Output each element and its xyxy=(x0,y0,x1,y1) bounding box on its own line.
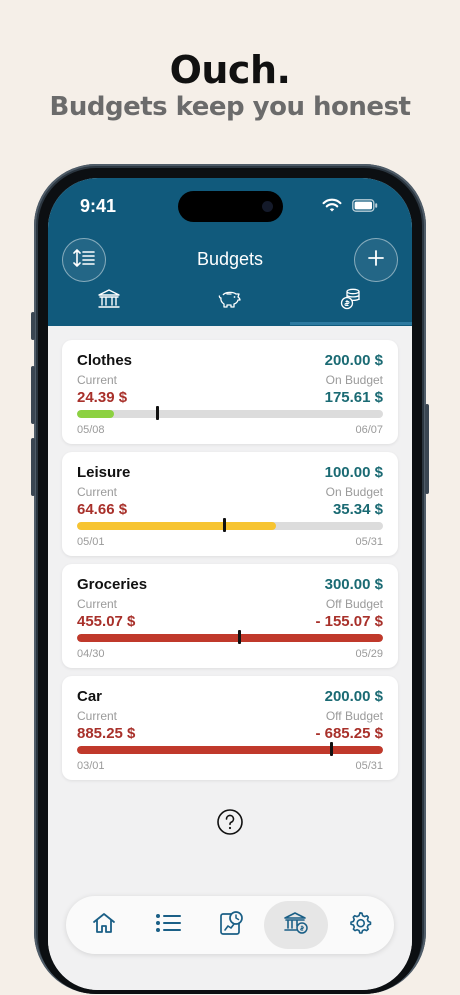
progress-track xyxy=(77,522,383,530)
phone-screen: 9:41 Budgets Clothes 200.00 $ Current On… xyxy=(48,178,412,990)
settings-gear-icon xyxy=(348,911,372,940)
progress-track xyxy=(77,634,383,642)
start-date: 04/30 xyxy=(77,648,105,660)
start-date: 05/01 xyxy=(77,536,105,548)
add-budget-button[interactable] xyxy=(354,238,398,282)
end-date: 05/31 xyxy=(355,536,383,548)
phone-volume-up-button xyxy=(31,366,35,424)
promo-title: Ouch. xyxy=(169,48,291,92)
progress-fill xyxy=(77,634,383,642)
phone-power-button xyxy=(425,404,429,494)
plus-icon xyxy=(367,249,385,272)
budget-status-label: Off Budget xyxy=(325,709,383,723)
active-tab-indicator xyxy=(290,322,412,325)
phone-volume-down-button xyxy=(31,438,35,496)
piggy-bank-icon xyxy=(218,289,242,314)
end-date: 05/29 xyxy=(355,648,383,660)
start-date: 03/01 xyxy=(77,760,105,772)
progress-track xyxy=(77,746,383,754)
battery-icon xyxy=(352,199,378,217)
phone-action-button xyxy=(31,312,35,340)
end-date: 05/31 xyxy=(355,760,383,772)
budget-status-label: On Budget xyxy=(325,373,383,387)
current-label: Current xyxy=(77,709,118,723)
current-label: Current xyxy=(77,597,118,611)
tab-budgets-bottom[interactable] xyxy=(264,901,328,949)
current-label: Current xyxy=(77,373,118,387)
time-marker xyxy=(222,518,226,532)
budget-list: Clothes 200.00 $ Current On Budget 24.39… xyxy=(48,326,412,990)
tab-reports[interactable] xyxy=(200,901,264,949)
end-date: 06/07 xyxy=(355,424,383,436)
question-circle-icon xyxy=(216,809,244,840)
tab-transactions[interactable] xyxy=(136,901,200,949)
budget-name: Car xyxy=(77,688,103,705)
tab-home[interactable] xyxy=(72,901,136,949)
progress-track xyxy=(77,410,383,418)
progress-fill xyxy=(77,522,276,530)
budget-amount: 200.00 $ xyxy=(324,688,383,705)
budget-name: Groceries xyxy=(77,576,148,593)
tab-settings[interactable] xyxy=(328,901,392,949)
tab-savings[interactable] xyxy=(216,288,244,314)
home-icon xyxy=(92,912,116,939)
status-time: 9:41 xyxy=(80,196,117,216)
tab-bank[interactable] xyxy=(95,288,123,314)
promo-subtitle: Budgets keep you honest xyxy=(49,92,411,122)
current-amount: 455.07 $ xyxy=(77,613,136,630)
time-marker xyxy=(238,630,242,644)
budget-amount: 300.00 $ xyxy=(324,576,383,593)
bank-icon xyxy=(98,288,120,314)
budget-card-clothes[interactable]: Clothes 200.00 $ Current On Budget 24.39… xyxy=(62,340,398,444)
current-amount: 24.39 $ xyxy=(77,389,128,406)
app-header: 9:41 Budgets xyxy=(48,178,412,326)
budget-amount: 200.00 $ xyxy=(324,352,383,369)
remaining-amount: 175.61 $ xyxy=(324,389,383,406)
budget-status-label: Off Budget xyxy=(325,597,383,611)
budget-status-label: On Budget xyxy=(325,485,383,499)
tab-budgets[interactable] xyxy=(337,288,365,314)
progress-fill xyxy=(77,410,114,418)
help-button[interactable] xyxy=(216,808,244,836)
remaining-amount: - 155.07 $ xyxy=(315,613,383,630)
budgets-bank-icon xyxy=(283,911,309,940)
wifi-icon xyxy=(322,198,342,218)
current-amount: 885.25 $ xyxy=(77,725,136,742)
budget-card-groceries[interactable]: Groceries 300.00 $ Current Off Budget 45… xyxy=(62,564,398,668)
remaining-amount: 35.34 $ xyxy=(332,501,383,518)
budget-amount: 100.00 $ xyxy=(324,464,383,481)
coins-icon xyxy=(340,288,362,315)
progress-fill xyxy=(77,746,383,754)
current-amount: 64.66 $ xyxy=(77,501,128,518)
budget-name: Leisure xyxy=(77,464,131,481)
budget-card-leisure[interactable]: Leisure 100.00 $ Current On Budget 64.66… xyxy=(62,452,398,556)
time-marker xyxy=(155,406,159,420)
current-label: Current xyxy=(77,485,118,499)
start-date: 05/08 xyxy=(77,424,105,436)
time-marker xyxy=(329,742,333,756)
list-icon xyxy=(155,913,181,938)
dynamic-island xyxy=(178,191,283,222)
bottom-tab-bar xyxy=(66,896,394,954)
status-icons xyxy=(322,198,378,218)
budget-card-car[interactable]: Car 200.00 $ Current Off Budget 885.25 $… xyxy=(62,676,398,780)
reports-icon xyxy=(219,910,245,941)
remaining-amount: - 685.25 $ xyxy=(315,725,383,742)
budget-name: Clothes xyxy=(77,352,133,369)
